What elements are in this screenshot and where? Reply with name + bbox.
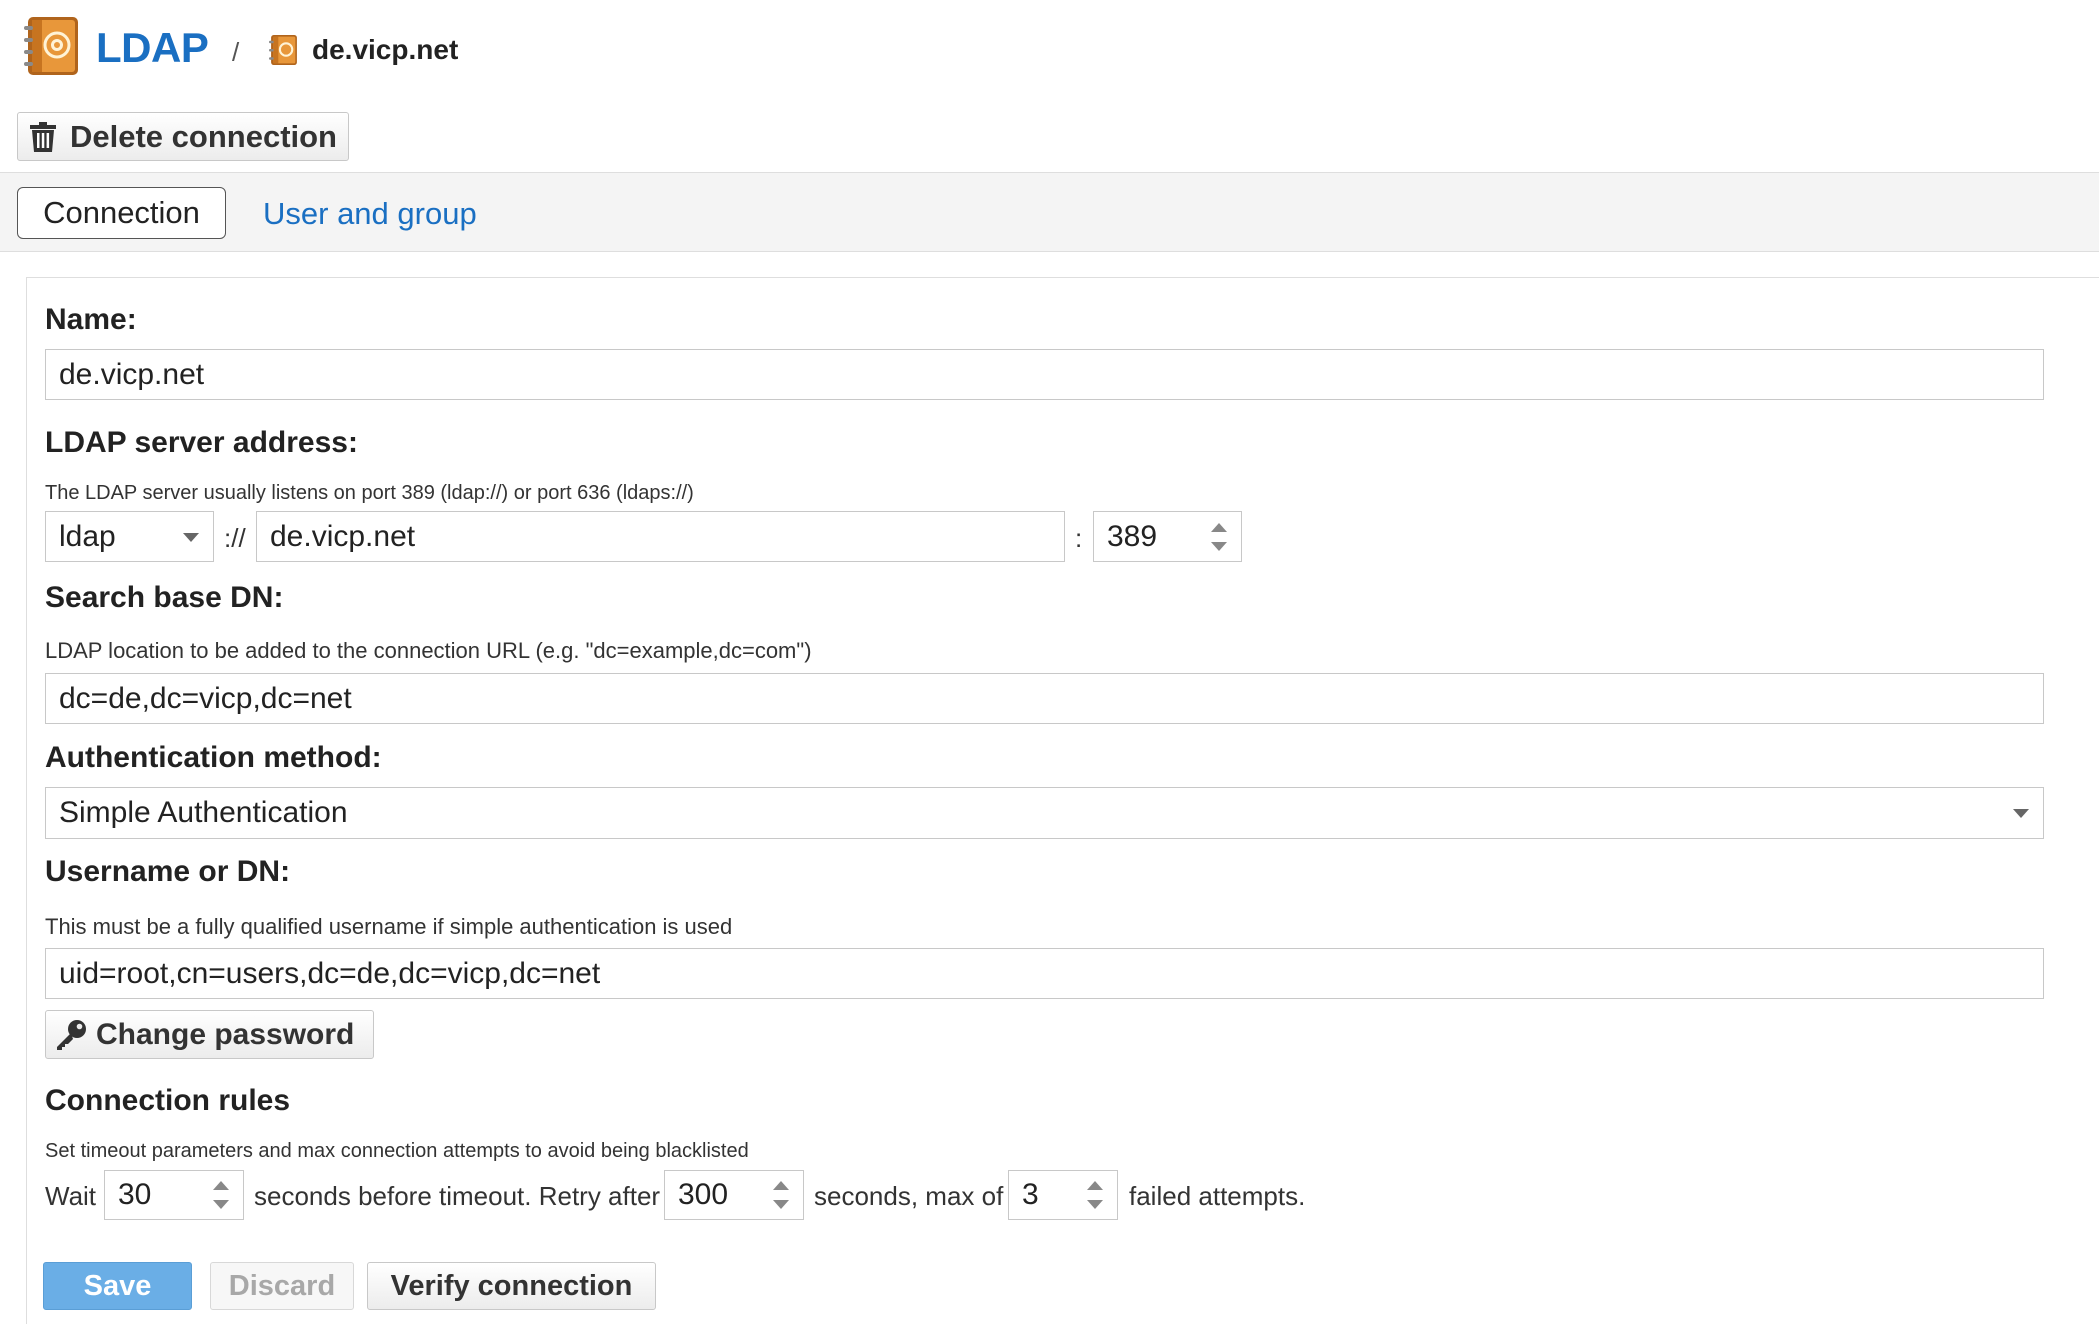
address-book-small-icon [268,32,300,68]
name-label: Name: [45,303,137,336]
change-password-label: Change password [96,1017,355,1051]
auth-method-select[interactable]: Simple Authentication [45,787,2044,839]
key-icon [57,1019,86,1050]
stepper-arrows-icon[interactable] [1087,1181,1103,1209]
username-hint: This must be a fully qualified username … [45,914,733,939]
breadcrumb-current: de.vicp.net [312,34,459,65]
base-dn-label: Search base DN: [45,581,284,614]
retry-value: 300 [678,1178,729,1211]
verify-connection-button[interactable]: Verify connection [367,1262,656,1310]
stepper-arrows-icon[interactable] [213,1181,229,1209]
auth-method-value: Simple Authentication [59,796,348,829]
auth-method-label: Authentication method: [45,741,382,774]
port-stepper[interactable]: 389 [1093,511,1242,562]
server-address-label: LDAP server address: [45,426,358,459]
username-input[interactable]: uid=root,cn=users,dc=de,dc=vicp,dc=net [45,948,2044,999]
server-address-hint: The LDAP server usually listens on port … [45,482,694,504]
base-dn-input[interactable]: dc=de,dc=vicp,dc=net [45,673,2044,724]
host-input[interactable]: de.vicp.net [256,511,1065,562]
connection-rules-label: Connection rules [45,1084,291,1117]
app-title[interactable]: LDAP [96,18,209,78]
timeout-stepper[interactable]: 30 [104,1170,244,1220]
stepper-arrows-icon[interactable] [773,1181,789,1209]
save-button[interactable]: Save [43,1262,192,1310]
address-book-icon [22,14,84,78]
port-separator: : [1075,523,1083,553]
tab-user-and-group[interactable]: User and group [263,192,477,236]
protocol-select[interactable]: ldap [45,511,214,562]
timeout-text: seconds before timeout. Retry after [254,1181,661,1211]
timeout-value: 30 [118,1178,152,1211]
chevron-down-icon [2013,809,2029,818]
max-attempts-stepper[interactable]: 3 [1008,1170,1118,1220]
max-attempts-value: 3 [1022,1178,1039,1211]
delete-connection-label: Delete connection [70,118,337,154]
base-dn-hint: LDAP location to be added to the connect… [45,638,812,663]
trash-icon [30,121,56,152]
attempts-text: failed attempts. [1129,1181,1306,1211]
protocol-select-value: ldap [59,519,116,553]
change-password-button[interactable]: Change password [45,1010,374,1059]
discard-button[interactable]: Discard [210,1262,354,1310]
chevron-down-icon [183,532,199,542]
scheme-separator: :// [224,523,246,553]
name-input[interactable]: de.vicp.net [45,349,2044,400]
port-value: 389 [1107,519,1158,553]
breadcrumb-separator: / [232,37,240,67]
username-label: Username or DN: [45,855,291,888]
delete-connection-button[interactable]: Delete connection [17,112,349,161]
retry-text: seconds, max of [814,1181,1004,1211]
connection-rules-hint: Set timeout parameters and max connectio… [45,1140,749,1162]
retry-stepper[interactable]: 300 [664,1170,804,1220]
tab-connection[interactable]: Connection [17,187,226,239]
wait-label: Wait [45,1181,97,1211]
stepper-arrows-icon[interactable] [1211,522,1227,551]
